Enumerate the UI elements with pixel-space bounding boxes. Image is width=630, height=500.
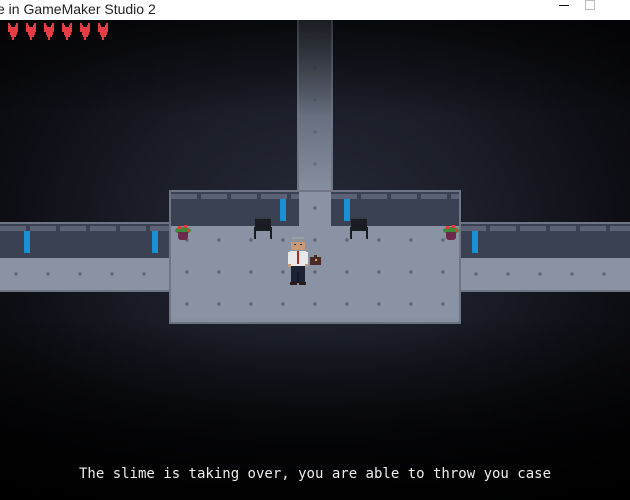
health-hearts <box>7 23 109 40</box>
east-corridor-tiles <box>460 258 630 290</box>
wall-light-panel <box>472 231 478 253</box>
west-corridor-tiles <box>0 258 172 290</box>
heart-icon <box>61 23 73 40</box>
potted-plant <box>175 225 191 241</box>
wall-light-panel <box>280 199 286 221</box>
dialog-text: The slime is taking over, you are able t… <box>78 466 551 482</box>
heart-icon <box>25 23 37 40</box>
maximize-button[interactable] <box>584 0 630 20</box>
minimize-button[interactable] <box>538 0 584 20</box>
north-corridor-tiles <box>299 20 331 200</box>
wall-light-panel <box>24 231 30 253</box>
heart-icon <box>97 23 109 40</box>
player-character <box>288 237 322 285</box>
chair <box>350 217 368 239</box>
window-title: e in GameMaker Studio 2 <box>0 1 156 17</box>
chair <box>254 217 272 239</box>
heart-icon <box>7 23 19 40</box>
game-viewport[interactable]: The slime is taking over, you are able t… <box>0 20 630 500</box>
heart-icon <box>43 23 55 40</box>
heart-icon <box>79 23 91 40</box>
player-sprite <box>288 237 321 285</box>
wall-light-panel <box>152 231 158 253</box>
east-wall-trim <box>460 226 630 231</box>
potted-plant <box>443 225 459 241</box>
window-titlebar: e in GameMaker Studio 2 <box>0 0 630 20</box>
